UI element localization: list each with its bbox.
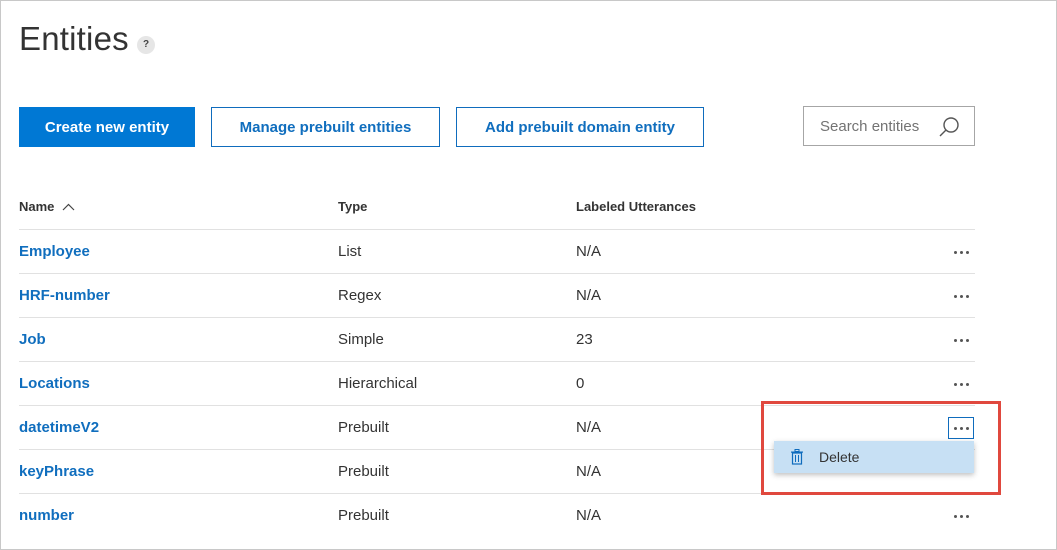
more-options-icon[interactable] <box>948 241 974 263</box>
column-header-utterances[interactable]: Labeled Utterances <box>576 199 696 214</box>
table-row: Job Simple 23 <box>19 317 975 361</box>
table-row: Employee List N/A <box>19 229 975 273</box>
entity-utterances: N/A <box>576 507 602 524</box>
entity-utterances: N/A <box>576 463 602 480</box>
entity-name-link[interactable]: keyPhrase <box>19 450 94 494</box>
entity-utterances: N/A <box>576 243 602 260</box>
table-row: number Prebuilt N/A <box>19 493 975 537</box>
search-input[interactable] <box>820 117 936 135</box>
column-header-utterances-label: Labeled Utterances <box>576 199 696 214</box>
column-header-name[interactable]: Name <box>19 199 75 214</box>
entity-type: Hierarchical <box>338 375 418 392</box>
entity-type: Simple <box>338 331 384 348</box>
table-row: HRF-number Regex N/A <box>19 273 975 317</box>
page-title: Entities <box>19 20 129 57</box>
column-header-name-label: Name <box>19 199 55 214</box>
delete-label: Delete <box>819 449 860 465</box>
trash-icon <box>791 449 803 465</box>
entity-type: Prebuilt <box>338 507 389 524</box>
entity-utterances: 23 <box>576 331 593 348</box>
more-options-icon[interactable] <box>948 417 974 439</box>
entity-name-link[interactable]: HRF-number <box>19 274 110 318</box>
manage-prebuilt-entities-button[interactable]: Manage prebuilt entities <box>211 107 440 147</box>
more-options-icon[interactable] <box>948 329 974 351</box>
more-options-icon[interactable] <box>948 373 974 395</box>
help-icon[interactable]: ? <box>137 36 155 54</box>
entity-utterances: N/A <box>576 419 602 436</box>
entity-utterances: N/A <box>576 287 602 304</box>
entity-name-link[interactable]: Job <box>19 318 46 362</box>
entity-type: Prebuilt <box>338 463 389 480</box>
search-icon[interactable] <box>938 116 960 138</box>
column-header-type[interactable]: Type <box>338 199 367 214</box>
entity-type: List <box>338 243 362 260</box>
entity-type: Regex <box>338 287 382 304</box>
entity-type: Prebuilt <box>338 419 389 436</box>
entity-name-link[interactable]: Locations <box>19 362 90 406</box>
entity-name-link[interactable]: number <box>19 494 74 538</box>
column-header-type-label: Type <box>338 199 368 214</box>
more-options-icon[interactable] <box>948 505 974 527</box>
table-row: Locations Hierarchical 0 <box>19 361 975 405</box>
context-menu-delete-item[interactable]: Delete <box>774 441 974 473</box>
more-options-icon[interactable] <box>948 285 974 307</box>
add-prebuilt-domain-entity-button[interactable]: Add prebuilt domain entity <box>456 107 704 147</box>
sort-ascending-icon <box>62 203 75 210</box>
entity-name-link[interactable]: datetimeV2 <box>19 406 99 450</box>
create-new-entity-button[interactable]: Create new entity <box>19 107 195 147</box>
entity-name-link[interactable]: Employee <box>19 230 90 274</box>
entity-utterances: 0 <box>576 375 585 392</box>
search-box <box>803 106 975 146</box>
